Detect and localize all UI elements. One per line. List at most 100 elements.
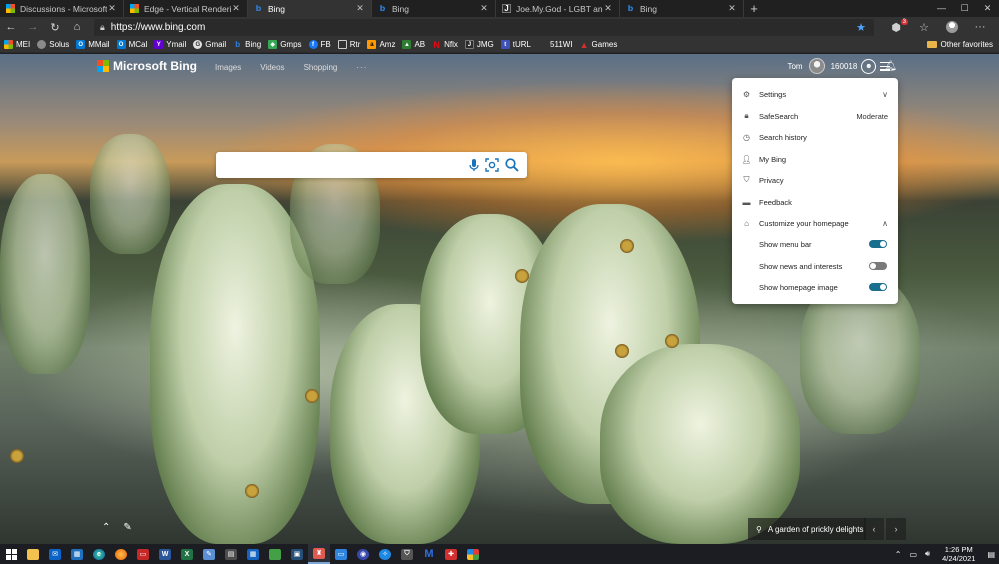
search-input[interactable] <box>224 156 464 174</box>
menu-safesearch[interactable]: 🔒︎ SafeSearch Moderate <box>732 107 898 125</box>
taskbar-app[interactable]: ◉ <box>352 544 374 564</box>
new-tab-button[interactable]: + <box>744 0 764 17</box>
previous-image-button[interactable]: ‹ <box>864 518 884 540</box>
show-homepage-image-toggle[interactable] <box>869 283 887 291</box>
nav-more[interactable]: ··· <box>356 63 367 72</box>
taskbar-app[interactable]: ⛉ <box>396 544 418 564</box>
favorite-item[interactable]: ▲ AB <box>402 40 425 49</box>
taskbar-app[interactable]: ✎ <box>198 544 220 564</box>
bing-logo[interactable]: Microsoft Bing <box>97 59 197 73</box>
microphone-icon[interactable] <box>466 157 482 173</box>
taskbar-app[interactable]: ▣ <box>286 544 308 564</box>
show-menu-bar-toggle[interactable] <box>869 240 887 248</box>
tray-overflow-icon[interactable]: ⌃ <box>895 550 902 559</box>
favorite-item[interactable]: ▲ Games <box>580 40 618 50</box>
taskbar-app[interactable]: e <box>88 544 110 564</box>
favorite-item[interactable]: MEI <box>4 40 30 49</box>
favorite-item[interactable]: f FB <box>308 40 331 49</box>
taskbar-app[interactable]: ✚ <box>440 544 462 564</box>
taskbar-app[interactable]: ✧ <box>374 544 396 564</box>
close-tab-icon[interactable]: ✕ <box>231 3 241 14</box>
show-news-toggle[interactable] <box>869 262 887 270</box>
close-tab-icon[interactable]: ✕ <box>107 3 117 14</box>
close-tab-icon[interactable]: ✕ <box>727 3 737 14</box>
favorite-item[interactable]: 511WI <box>538 40 573 49</box>
menu-settings[interactable]: ⚙ Settings ∨ <box>732 85 898 103</box>
favorite-star-icon[interactable]: ★ <box>856 21 866 34</box>
favorite-item[interactable]: G Gmail <box>193 40 226 49</box>
taskbar-app[interactable]: ✉ <box>44 544 66 564</box>
volume-icon[interactable]: 🔊︎ <box>925 549 930 559</box>
visual-search-icon[interactable] <box>484 157 500 173</box>
close-tab-icon[interactable]: ✕ <box>355 3 365 14</box>
favorite-item[interactable]: a Amz <box>367 40 395 49</box>
back-button[interactable]: ← <box>0 21 22 33</box>
refresh-button[interactable]: ↻ <box>44 21 66 34</box>
chevron-up-icon[interactable]: ∧ <box>882 219 888 228</box>
favorite-item[interactable]: Rtr <box>337 40 360 49</box>
minimize-button[interactable]: — <box>930 0 953 17</box>
taskbar-app[interactable]: W <box>154 544 176 564</box>
favorite-item[interactable]: ◆ Gmps <box>268 40 302 49</box>
start-button[interactable] <box>0 544 22 564</box>
profile-button[interactable] <box>938 21 966 34</box>
menu-feedback[interactable]: ▬ Feedback <box>732 193 898 211</box>
taskbar-app[interactable]: M <box>418 544 440 564</box>
taskbar-app[interactable]: ▦ <box>242 544 264 564</box>
favorites-icon[interactable]: ☆ <box>910 21 938 34</box>
menu-my-bing[interactable]: 👤︎ My Bing <box>732 150 898 168</box>
hamburger-menu-icon[interactable] <box>880 62 890 73</box>
taskbar-app[interactable]: X <box>176 544 198 564</box>
user-avatar[interactable] <box>808 58 825 74</box>
tab[interactable]: Discussions - Microsoft Tech Co ✕ <box>0 0 124 17</box>
other-favorites[interactable]: Other favorites <box>926 40 993 49</box>
rewards-points[interactable]: 160018 <box>831 62 858 71</box>
favorite-item[interactable]: O MCal <box>116 40 147 49</box>
nav-videos[interactable]: Videos <box>260 63 284 72</box>
favorite-item[interactable]: Solus <box>37 40 69 49</box>
rewards-medal-icon[interactable]: ☻ <box>861 58 877 74</box>
tab-active[interactable]: b Bing ✕ <box>248 0 372 17</box>
favorite-item[interactable]: Y Ymail <box>154 40 186 49</box>
favorite-item[interactable]: J JMG <box>464 40 494 49</box>
taskbar-app[interactable] <box>462 544 484 564</box>
extension-icon[interactable]: ⬢ 3 <box>882 18 910 34</box>
tab[interactable]: b Bing ✕ <box>372 0 496 17</box>
taskbar-app[interactable] <box>110 544 132 564</box>
search-icon[interactable] <box>504 157 520 173</box>
tab[interactable]: b Bing ✕ <box>620 0 744 17</box>
more-menu-icon[interactable]: ··· <box>966 21 994 33</box>
next-image-button[interactable]: › <box>886 518 906 540</box>
favorite-item[interactable]: t tURL <box>500 40 531 49</box>
favorite-item[interactable]: b Bing <box>233 40 261 49</box>
favorite-item[interactable]: N Nflx <box>432 40 458 50</box>
nav-shopping[interactable]: Shopping <box>304 63 338 72</box>
menu-search-history[interactable]: ◷ Search history <box>732 128 898 146</box>
taskbar-app[interactable] <box>22 544 44 564</box>
address-bar[interactable]: 🔒︎ https://www.bing.com ★ <box>94 18 874 36</box>
nav-images[interactable]: Images <box>215 63 241 72</box>
taskbar-app[interactable]: ▭ <box>330 544 352 564</box>
pen-icon[interactable]: ✎ <box>123 522 131 533</box>
taskbar-app[interactable]: ▦ <box>66 544 88 564</box>
taskbar-app-active[interactable]: ♜ <box>308 544 330 564</box>
taskbar-app[interactable] <box>264 544 286 564</box>
tab[interactable]: J Joe.My.God - LGBT and political ✕ <box>496 0 620 17</box>
close-window-button[interactable]: ✕ <box>976 0 999 17</box>
maximize-button[interactable]: ☐ <box>953 0 976 17</box>
taskbar-app[interactable]: ▤ <box>220 544 242 564</box>
lock-icon[interactable]: 🔒︎ <box>100 22 105 33</box>
network-icon[interactable]: ▭ <box>909 550 917 559</box>
forward-button[interactable]: → <box>22 21 44 33</box>
favorite-item[interactable]: O MMail <box>76 40 110 49</box>
tab[interactable]: Edge - Vertical Rendering Issue ✕ <box>124 0 248 17</box>
chevron-up-icon[interactable]: ⌃ <box>102 522 110 533</box>
taskbar-app[interactable]: ▭ <box>132 544 154 564</box>
close-tab-icon[interactable]: ✕ <box>603 3 613 14</box>
home-button[interactable]: ⌂ <box>66 21 88 33</box>
clock[interactable]: 1:26 PM 4/24/2021 <box>942 545 975 563</box>
menu-customize-homepage[interactable]: ⌂ Customize your homepage ∧ <box>732 214 898 232</box>
user-name[interactable]: Tom <box>787 62 802 71</box>
close-tab-icon[interactable]: ✕ <box>479 3 489 14</box>
chevron-down-icon[interactable]: ∨ <box>882 90 888 99</box>
